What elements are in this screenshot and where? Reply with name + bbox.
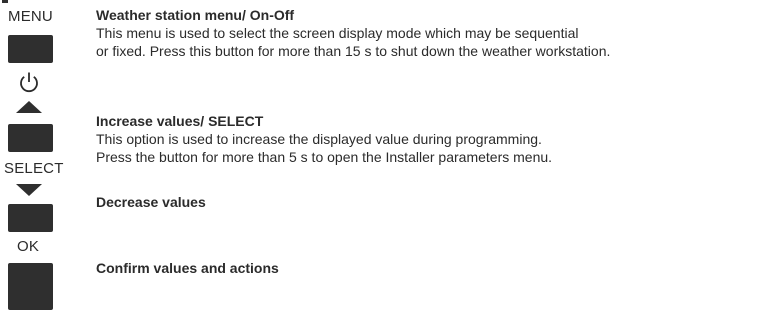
select-key-label: SELECT	[4, 160, 64, 177]
menu-heading: Weather station menu/ On-Off	[96, 7, 295, 23]
menu-description-line1: This menu is used to select the screen d…	[96, 25, 579, 41]
menu-key-label: MENU	[8, 8, 53, 25]
ok-key-label: OK	[17, 238, 40, 255]
top-edge-mark	[2, 0, 8, 3]
up-triangle-icon	[16, 101, 42, 113]
decrease-button[interactable]	[8, 204, 53, 232]
menu-description-line2: or fixed. Press this button for more tha…	[96, 43, 611, 59]
increase-select-button[interactable]	[8, 124, 53, 152]
increase-description-line2: Press the button for more than 5 s to op…	[96, 149, 553, 165]
ok-button[interactable]	[8, 263, 53, 310]
decrease-heading: Decrease values	[96, 194, 206, 210]
menu-button[interactable]	[8, 35, 53, 63]
down-triangle-icon	[16, 184, 42, 196]
power-icon	[20, 72, 38, 93]
confirm-heading: Confirm values and actions	[96, 260, 279, 276]
instruction-panel: MENU SELECT OK Weather station menu/ On-…	[0, 0, 784, 310]
increase-heading: Increase values/ SELECT	[96, 113, 264, 129]
increase-description-line1: This option is used to increase the disp…	[96, 131, 542, 147]
